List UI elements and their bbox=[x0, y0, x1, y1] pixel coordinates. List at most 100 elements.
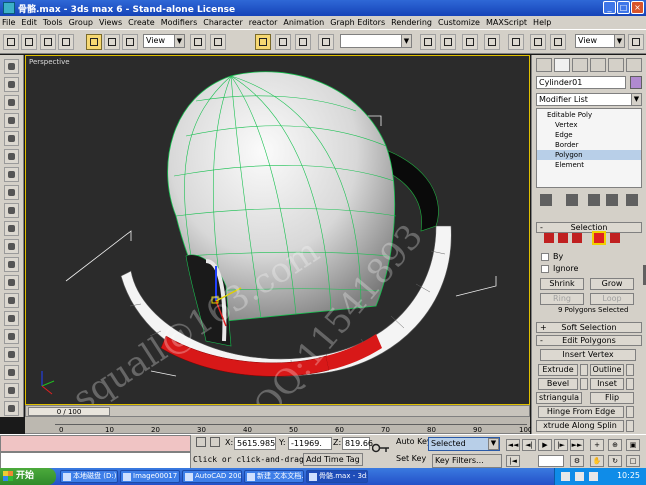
zoom-all-icon[interactable]: ⊕ bbox=[608, 439, 622, 451]
render-last-icon[interactable] bbox=[628, 34, 644, 50]
menu-item-modifiers[interactable]: Modifiers bbox=[161, 18, 198, 27]
insert-vertex-button[interactable]: Insert Vertex bbox=[540, 349, 636, 361]
taskbar-item[interactable]: 骨骼.max - 3ds... bbox=[306, 470, 368, 483]
vertex-select-icon[interactable] bbox=[544, 233, 554, 243]
edge-select-icon[interactable] bbox=[558, 233, 568, 243]
ring-button[interactable]: Ring bbox=[540, 293, 584, 305]
extrude-button[interactable]: Extrude bbox=[538, 364, 578, 376]
time-slider-bar[interactable]: 0 / 100 bbox=[25, 405, 530, 417]
create-sphere-icon[interactable] bbox=[4, 77, 19, 92]
close-button[interactable]: × bbox=[631, 1, 644, 14]
by-vertex-checkbox[interactable] bbox=[541, 253, 549, 261]
key-selection-arrow-icon[interactable]: ▼ bbox=[488, 438, 499, 450]
start-button[interactable]: 开始 bbox=[0, 468, 56, 485]
create-tube-icon[interactable] bbox=[4, 185, 19, 200]
time-slider[interactable]: 0 / 100 bbox=[28, 407, 110, 416]
menu-item-views[interactable]: Views bbox=[99, 18, 122, 27]
create-patch-icon[interactable] bbox=[4, 365, 19, 380]
menu-item-maxscript[interactable]: MAXScript bbox=[486, 18, 527, 27]
viewport-label[interactable]: Perspective bbox=[29, 58, 70, 66]
set-key-button[interactable]: Set Key bbox=[396, 454, 426, 463]
menu-item-group[interactable]: Group bbox=[69, 18, 93, 27]
arc-rotate-icon[interactable]: ↻ bbox=[608, 455, 622, 467]
remove-modifier-icon[interactable] bbox=[606, 194, 618, 206]
maxscript-listener[interactable] bbox=[0, 435, 191, 452]
extrude-along-spline-button[interactable]: xtrude Along Splin bbox=[536, 420, 624, 432]
perspective-viewport[interactable]: Perspective squall@163.com QQ:11541893 bbox=[25, 55, 530, 405]
snap-toggle-icon[interactable] bbox=[255, 34, 271, 50]
border-select-icon[interactable] bbox=[572, 233, 582, 243]
unlink-icon[interactable] bbox=[58, 34, 74, 50]
stack-item-vertex[interactable]: Vertex bbox=[537, 120, 641, 130]
select-move-icon[interactable] bbox=[86, 34, 102, 50]
percent-snap-icon[interactable] bbox=[295, 34, 311, 50]
create-system-icon[interactable] bbox=[4, 311, 19, 326]
named-selection-icon[interactable] bbox=[318, 34, 334, 50]
menu-item-animation[interactable]: Animation bbox=[283, 18, 324, 27]
create-pyramid-icon[interactable] bbox=[4, 203, 19, 218]
shrink-button[interactable]: Shrink bbox=[540, 278, 584, 290]
tray-app-icon[interactable] bbox=[589, 472, 598, 481]
create-teapot-icon[interactable] bbox=[4, 131, 19, 146]
make-unique-icon[interactable] bbox=[588, 194, 600, 206]
menu-item-tools[interactable]: Tools bbox=[43, 18, 63, 27]
auto-key-button[interactable]: Auto Key bbox=[396, 437, 432, 446]
menu-item-rendering[interactable]: Rendering bbox=[391, 18, 432, 27]
pivot-icon[interactable] bbox=[190, 34, 206, 50]
create-helper-icon[interactable] bbox=[4, 275, 19, 290]
soft-selection-rollout[interactable]: + Soft Selection bbox=[536, 322, 642, 333]
ignore-backfacing-checkbox[interactable] bbox=[541, 265, 549, 273]
create-compound-icon[interactable] bbox=[4, 401, 19, 416]
redo-icon[interactable] bbox=[21, 34, 37, 50]
menu-item-file[interactable]: File bbox=[2, 18, 15, 27]
grow-button[interactable]: Grow bbox=[590, 278, 634, 290]
menu-item-create[interactable]: Create bbox=[128, 18, 155, 27]
outline-button[interactable]: Outline bbox=[590, 364, 624, 376]
create-camera-icon[interactable] bbox=[4, 257, 19, 272]
create-shape-icon[interactable] bbox=[4, 329, 19, 344]
modifier-list-dropdown[interactable]: Modifier List ▼ bbox=[536, 93, 642, 106]
object-name-field[interactable]: Cylinder01 bbox=[536, 76, 626, 89]
zoom-icon[interactable]: + bbox=[590, 439, 604, 451]
stack-item-element[interactable]: Element bbox=[537, 160, 641, 170]
create-geosphere-icon[interactable] bbox=[4, 167, 19, 182]
x-coordinate[interactable]: 5615.985 bbox=[234, 437, 276, 450]
add-time-tag-button[interactable]: Add Time Tag bbox=[303, 453, 363, 466]
create-cone-icon[interactable] bbox=[4, 149, 19, 164]
time-config-icon[interactable]: ⚙ bbox=[570, 455, 584, 467]
create-torus-icon[interactable] bbox=[4, 113, 19, 128]
menu-item-graph-editors[interactable]: Graph Editors bbox=[330, 18, 385, 27]
menu-item-help[interactable]: Help bbox=[533, 18, 551, 27]
create-box-icon[interactable] bbox=[4, 59, 19, 74]
polygon-select-icon[interactable] bbox=[592, 231, 606, 245]
taskbar-item[interactable]: AutoCAD 2004 ... bbox=[182, 470, 242, 483]
mirror-icon[interactable] bbox=[420, 34, 436, 50]
create-tab-icon[interactable] bbox=[536, 58, 552, 72]
display-tab-icon[interactable] bbox=[608, 58, 624, 72]
create-spacewarp-icon[interactable] bbox=[4, 293, 19, 308]
render-type-dropdown[interactable]: View ▼ bbox=[575, 34, 625, 48]
menu-item-edit[interactable]: Edit bbox=[21, 18, 37, 27]
pan-icon[interactable]: ✋ bbox=[590, 455, 604, 467]
stack-item-editable-poly[interactable]: Editable Poly bbox=[537, 110, 641, 120]
loop-button[interactable]: Loop bbox=[590, 293, 634, 305]
minimize-button[interactable]: _ bbox=[603, 1, 616, 14]
hierarchy-tab-icon[interactable] bbox=[572, 58, 588, 72]
stack-item-border[interactable]: Border bbox=[537, 140, 641, 150]
bevel-settings-button[interactable] bbox=[580, 378, 588, 390]
key-filters-button[interactable]: Key Filters... bbox=[432, 454, 502, 468]
modify-tab-icon[interactable] bbox=[554, 58, 570, 72]
extrude-settings-button[interactable] bbox=[580, 364, 588, 376]
zoom-extents-icon[interactable]: ▣ bbox=[626, 439, 640, 451]
play-icon[interactable]: ▶ bbox=[538, 439, 552, 451]
previous-frame-icon[interactable]: ◄| bbox=[522, 439, 536, 451]
key-mode-icon[interactable]: |◄ bbox=[506, 455, 520, 467]
inset-button[interactable]: Inset bbox=[590, 378, 624, 390]
named-selection-dropdown[interactable]: ▼ bbox=[340, 34, 412, 48]
retriangulate-button[interactable]: striangula bbox=[536, 392, 582, 404]
volume-icon[interactable] bbox=[575, 472, 584, 481]
select-manipulate-icon[interactable] bbox=[210, 34, 226, 50]
inset-settings-button[interactable] bbox=[626, 378, 634, 390]
create-plane-icon[interactable] bbox=[4, 221, 19, 236]
stack-item-edge[interactable]: Edge bbox=[537, 130, 641, 140]
